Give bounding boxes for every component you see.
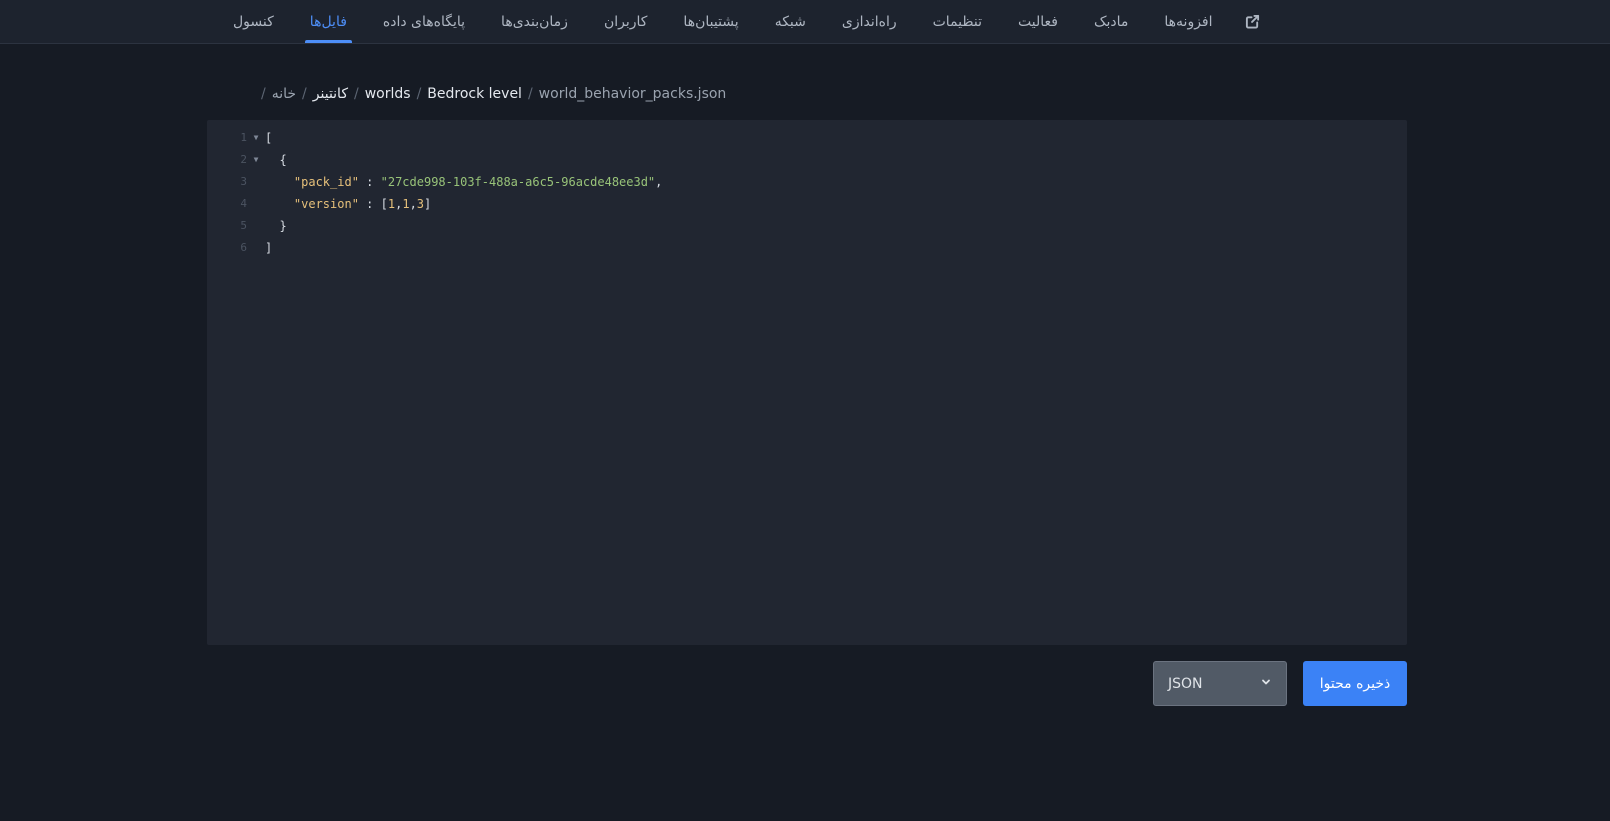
language-select[interactable]: JSON bbox=[1153, 661, 1287, 706]
code-token: , bbox=[409, 197, 417, 211]
nav-tab-label: شبکه bbox=[774, 13, 806, 30]
external-link-icon[interactable] bbox=[1231, 0, 1274, 43]
main-nav: کنسول فایل‌ها پایگاه‌های داده زمان‌بندی‌… bbox=[215, 0, 1270, 43]
nav-tab-label: تنظیمات bbox=[932, 13, 982, 30]
code-line: "pack_id" : "27cde998-103f-488a-a6c5-96a… bbox=[265, 171, 1397, 193]
line-number-gutter: 1 2 3 4 5 6 bbox=[207, 127, 247, 259]
breadcrumb-item-worlds[interactable]: worlds bbox=[365, 86, 411, 102]
nav-tab-schedules[interactable]: زمان‌بندی‌ها bbox=[483, 0, 586, 43]
save-content-button[interactable]: ذخیره محتوا bbox=[1303, 661, 1407, 706]
code-token: { bbox=[265, 153, 287, 167]
code-line: [ bbox=[265, 127, 1397, 149]
breadcrumb-home[interactable]: خانه bbox=[272, 86, 296, 102]
code-token: [ bbox=[380, 197, 388, 211]
json-key: "pack_id" bbox=[293, 175, 359, 189]
nav-tab-settings[interactable]: تنظیمات bbox=[915, 0, 1000, 43]
code-token: ] bbox=[424, 197, 432, 211]
code-line: ] bbox=[265, 237, 1397, 259]
fold-toggle-icon[interactable]: ▼ bbox=[250, 127, 262, 149]
line-number: 3 bbox=[240, 175, 247, 188]
json-string-value: "27cde998-103f-488a-a6c5-96acde48ee3d" bbox=[380, 175, 656, 189]
nav-tab-backups[interactable]: پشتیبان‌ها bbox=[665, 0, 756, 43]
nav-tab-label: مادبک bbox=[1093, 13, 1129, 30]
json-number: 1 bbox=[387, 197, 396, 211]
breadcrumb-item-bedrock-level[interactable]: Bedrock level bbox=[427, 86, 522, 102]
nav-tab-users[interactable]: کاربران bbox=[586, 0, 665, 43]
nav-tab-label: پشتیبان‌ها bbox=[683, 13, 739, 30]
json-number: 1 bbox=[402, 197, 410, 211]
nav-tab-label: فعالیت bbox=[1018, 13, 1058, 30]
nav-tab-files[interactable]: فایل‌ها bbox=[292, 0, 365, 43]
nav-tab-label: راه‌اندازی bbox=[841, 13, 897, 30]
nav-tab-label: کنسول bbox=[233, 13, 274, 30]
code-token: , bbox=[655, 175, 663, 189]
code-editor[interactable]: 1 2 3 4 5 6 ▼ ▼ [ { "pack_id" : "27cde99… bbox=[207, 120, 1407, 645]
breadcrumb-separator: / bbox=[354, 86, 359, 102]
nav-tab-label: افزونه‌ها bbox=[1164, 13, 1213, 30]
top-navigation-bar: کنسول فایل‌ها پایگاه‌های داده زمان‌بندی‌… bbox=[0, 0, 1610, 44]
fold-toggle-icon[interactable]: ▼ bbox=[250, 149, 262, 171]
line-number: 5 bbox=[240, 219, 247, 232]
nav-tab-label: زمان‌بندی‌ها bbox=[501, 13, 568, 30]
code-token: : bbox=[358, 197, 381, 211]
chevron-down-icon bbox=[1260, 676, 1272, 692]
json-key: "version" bbox=[293, 197, 359, 211]
nav-tab-activity[interactable]: فعالیت bbox=[1000, 0, 1076, 43]
fold-gutter: ▼ ▼ bbox=[250, 127, 262, 171]
code-token: ] bbox=[265, 241, 273, 255]
line-number: 2 bbox=[240, 153, 247, 166]
code-line: "version" : [1,1,3] bbox=[265, 193, 1397, 215]
breadcrumb-separator: / bbox=[302, 86, 307, 102]
language-select-value: JSON bbox=[1168, 675, 1203, 692]
line-number: 6 bbox=[240, 241, 247, 254]
breadcrumb-item-container[interactable]: کانتینر bbox=[313, 86, 348, 102]
code-token: } bbox=[265, 219, 287, 233]
code-token: [ bbox=[265, 131, 273, 145]
code-line: } bbox=[265, 215, 1397, 237]
nav-tab-label: پایگاه‌های داده bbox=[382, 13, 466, 30]
nav-tab-startup[interactable]: راه‌اندازی bbox=[824, 0, 915, 43]
save-content-label: ذخیره محتوا bbox=[1319, 675, 1391, 692]
breadcrumb-separator: / bbox=[527, 86, 533, 102]
json-number: 3 bbox=[416, 197, 425, 211]
nav-tab-network[interactable]: شبکه bbox=[757, 0, 824, 43]
nav-tab-console[interactable]: کنسول bbox=[215, 0, 292, 43]
line-number: 4 bbox=[240, 197, 247, 210]
line-number: 1 bbox=[240, 131, 247, 144]
breadcrumb-separator: / bbox=[261, 86, 266, 102]
code-token: : bbox=[358, 175, 381, 189]
nav-tab-label: فایل‌ها bbox=[309, 13, 347, 30]
code-content[interactable]: [ { "pack_id" : "27cde998-103f-488a-a6c5… bbox=[265, 127, 1397, 259]
breadcrumb: / خانه / کانتینر / worlds / Bedrock leve… bbox=[255, 83, 726, 105]
nav-tab-plugins[interactable]: افزونه‌ها bbox=[1146, 0, 1230, 43]
nav-tab-modpacks[interactable]: مادبک bbox=[1076, 0, 1146, 43]
breadcrumb-current-file: world_behavior_packs.json bbox=[538, 86, 727, 102]
nav-tab-label: کاربران bbox=[603, 13, 648, 30]
nav-tab-databases[interactable]: پایگاه‌های داده bbox=[365, 0, 483, 43]
code-line: { bbox=[265, 149, 1397, 171]
breadcrumb-separator: / bbox=[416, 86, 422, 102]
